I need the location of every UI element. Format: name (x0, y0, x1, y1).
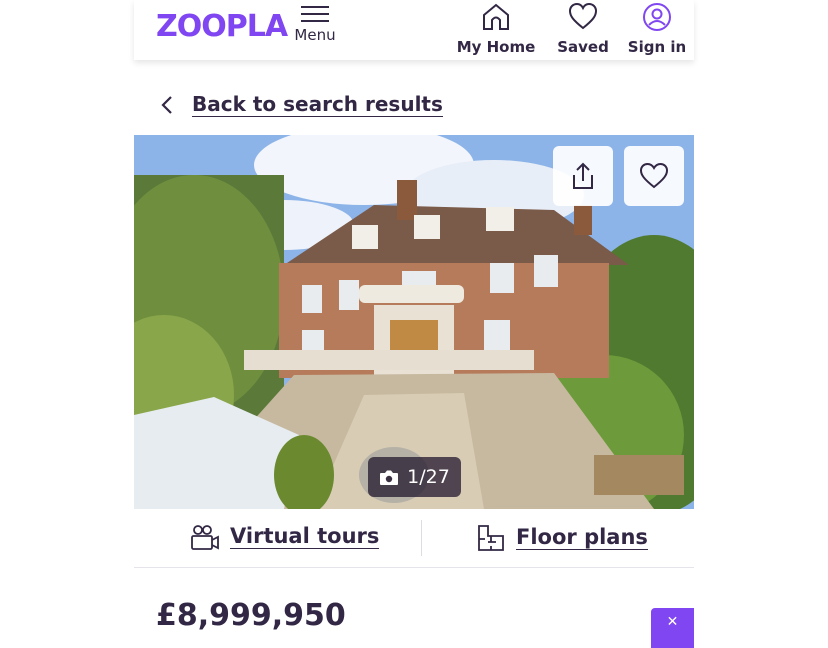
home-icon (483, 3, 509, 30)
listing-price: £8,999,950 (156, 598, 346, 633)
nav-sign-in[interactable]: Sign in (626, 2, 688, 56)
back-link-label: Back to search results (192, 92, 443, 117)
zoopla-logo[interactable]: ZOOPLA (156, 9, 288, 44)
camera-icon (380, 470, 399, 485)
nav-my-home[interactable]: My Home (456, 2, 536, 56)
property-photo[interactable]: 1/27 (134, 135, 694, 509)
share-button[interactable] (553, 146, 613, 206)
user-icon (643, 3, 671, 31)
floor-plans-link[interactable]: Floor plans (476, 523, 648, 553)
save-property-button[interactable] (624, 146, 684, 206)
nav-my-home-label: My Home (456, 38, 536, 56)
site-header: ZOOPLA Menu My Home Saved Sign in (134, 0, 694, 60)
video-camera-icon (191, 525, 219, 550)
share-icon (573, 162, 593, 189)
nav-saved-label: Saved (557, 38, 609, 56)
heart-icon (639, 162, 669, 189)
floor-plans-label: Floor plans (516, 524, 648, 551)
virtual-tours-link[interactable]: Virtual tours (190, 523, 380, 551)
photo-counter-text: 1/27 (407, 466, 450, 488)
hamburger-icon (301, 6, 329, 22)
menu-button[interactable]: Menu (290, 4, 340, 52)
floor-plan-icon (478, 525, 504, 551)
chevron-left-icon (161, 96, 172, 114)
nav-sign-in-label: Sign in (627, 38, 687, 56)
nav-saved[interactable]: Saved (550, 2, 616, 56)
photo-counter[interactable]: 1/27 (368, 457, 461, 497)
media-divider (421, 520, 422, 556)
side-tab-button[interactable]: ✕ (651, 608, 694, 648)
virtual-tours-label: Virtual tours (230, 523, 380, 550)
side-tab-glyph: ✕ (666, 614, 679, 630)
media-links-bar: Virtual tours Floor plans (134, 510, 694, 568)
back-to-search-link[interactable]: Back to search results (160, 90, 443, 120)
heart-icon (568, 2, 598, 30)
menu-label: Menu (294, 26, 336, 44)
